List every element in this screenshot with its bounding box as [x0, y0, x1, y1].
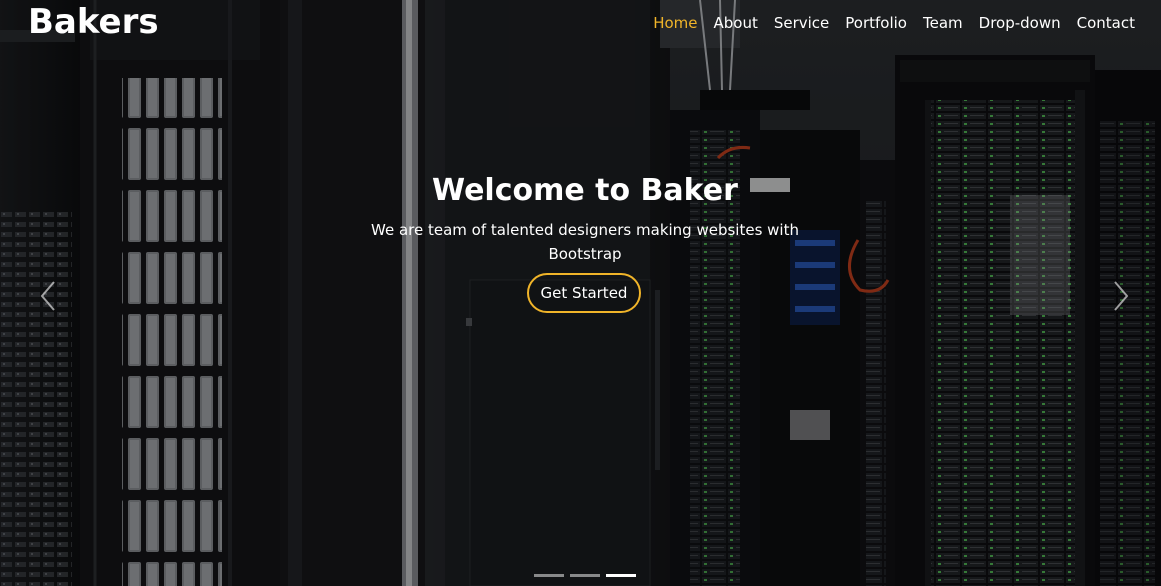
site-logo[interactable]: Bakers — [28, 0, 159, 44]
main-navigation: Home About Service Portfolio Team Drop-d… — [653, 13, 1135, 33]
nav-contact[interactable]: Contact — [1077, 13, 1135, 33]
carousel-indicator-3[interactable] — [606, 574, 636, 577]
nav-service[interactable]: Service — [774, 13, 829, 33]
hero-title: Welcome to Baker — [432, 173, 738, 208]
nav-home[interactable]: Home — [653, 13, 697, 33]
carousel-indicator-2[interactable] — [570, 574, 600, 577]
hero-caption: Welcome to Baker We are team of talented… — [360, 170, 810, 266]
nav-team[interactable]: Team — [923, 13, 963, 33]
carousel-prev-button[interactable] — [34, 278, 64, 314]
chevron-left-icon — [40, 281, 55, 311]
site-header: Bakers Home About Service Portfolio Team… — [0, 0, 1161, 46]
carousel-indicators — [534, 574, 636, 577]
chevron-right-icon — [1114, 281, 1129, 311]
carousel-indicator-1[interactable] — [534, 574, 564, 577]
get-started-button[interactable]: Get Started — [527, 273, 641, 313]
hero-subtitle: We are team of talented designers making… — [371, 221, 799, 263]
nav-drop-down[interactable]: Drop-down — [979, 13, 1061, 33]
nav-about[interactable]: About — [713, 13, 757, 33]
nav-portfolio[interactable]: Portfolio — [845, 13, 907, 33]
carousel-next-button[interactable] — [1106, 278, 1136, 314]
